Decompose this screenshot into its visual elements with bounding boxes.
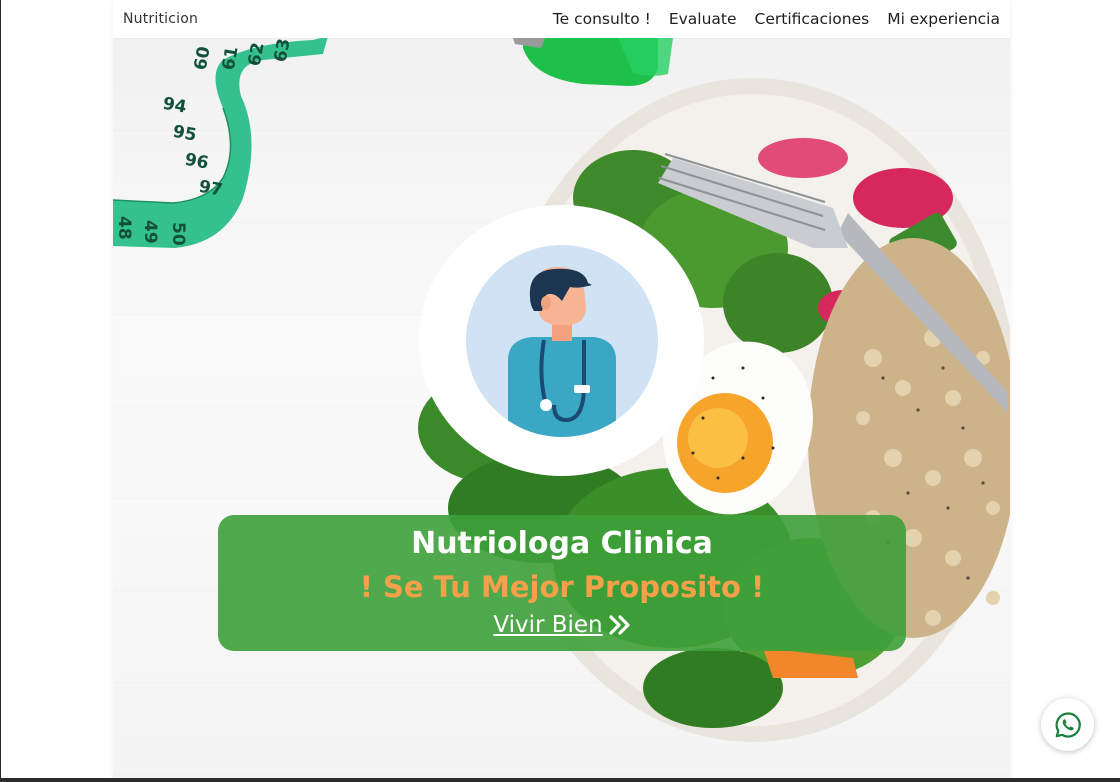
tape-number: 60 — [191, 45, 215, 72]
nav-link-certificaciones[interactable]: Certificaciones — [755, 10, 870, 28]
top-navbar: Nutriticion Te consulto ! Evaluate Certi… — [113, 0, 1010, 38]
doctor-icon — [507, 266, 616, 437]
doctor-avatar — [465, 244, 658, 437]
tape-number: 49 — [140, 220, 160, 244]
measuring-tape: 48 49 50 94 95 96 97 60 61 62 63 — [113, 38, 328, 248]
tape-number: 95 — [171, 122, 198, 146]
tape-number: 94 — [161, 94, 188, 118]
brand-name[interactable]: Nutriticion — [123, 11, 198, 27]
tape-number: 50 — [168, 222, 188, 246]
nav-links: Te consulto ! Evaluate Certificaciones M… — [553, 10, 1000, 28]
hero-section: 48 49 50 94 95 96 97 60 61 62 63 Nutriol… — [113, 38, 1010, 778]
nav-link-evaluate[interactable]: Evaluate — [669, 10, 737, 28]
nav-link-mi-experiencia[interactable]: Mi experiencia — [887, 10, 1000, 28]
hero-subtitle: ! Se Tu Mejor Proposito ! — [359, 570, 765, 604]
tape-number: 63 — [271, 38, 295, 64]
tape-number: 97 — [197, 177, 224, 201]
double-chevron-right-icon — [609, 615, 630, 635]
nav-link-te-consulto[interactable]: Te consulto ! — [553, 10, 651, 28]
page-edge — [0, 0, 1, 782]
whatsapp-icon — [1055, 711, 1081, 738]
tape-number: 48 — [114, 216, 134, 240]
page-container: Nutriticion Te consulto ! Evaluate Certi… — [113, 0, 1010, 778]
vivir-bien-link[interactable]: Vivir Bien — [493, 609, 630, 641]
tape-number: 96 — [183, 150, 210, 174]
hero-title: Nutriologa Clinica — [411, 526, 713, 561]
hero-banner: Nutriologa Clinica ! Se Tu Mejor Proposi… — [218, 515, 906, 651]
avatar-ring — [419, 205, 704, 476]
whatsapp-button[interactable] — [1041, 698, 1094, 751]
bottle-illustration — [513, 38, 673, 86]
tape-number: 62 — [245, 41, 269, 68]
vivir-bien-label: Vivir Bien — [493, 612, 603, 638]
page-bottom-edge — [0, 778, 1120, 782]
tape-number: 61 — [219, 45, 243, 72]
